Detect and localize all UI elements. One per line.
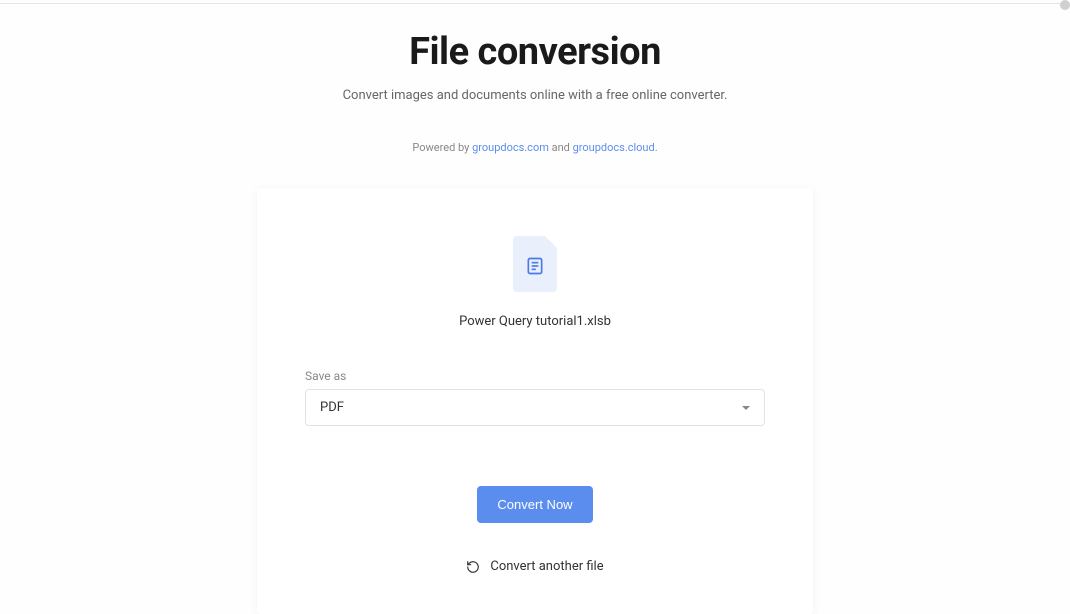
powered-by: Powered by groupdocs.com and groupdocs.c… bbox=[0, 141, 1070, 154]
powered-mid: and bbox=[549, 141, 573, 154]
page-subtitle: Convert images and documents online with… bbox=[0, 88, 1070, 103]
document-icon bbox=[525, 256, 545, 276]
file-icon bbox=[513, 236, 557, 292]
save-as-label: Save as bbox=[305, 369, 765, 383]
refresh-icon bbox=[466, 560, 480, 574]
format-dropdown[interactable]: PDF bbox=[305, 389, 765, 426]
groupdocs-cloud-link[interactable]: groupdocs.cloud bbox=[573, 141, 655, 154]
top-divider bbox=[0, 3, 1070, 4]
scrollbar-thumb[interactable] bbox=[1060, 0, 1070, 10]
powered-suffix: . bbox=[655, 141, 658, 154]
convert-another-link[interactable]: Convert another file bbox=[305, 559, 765, 574]
powered-prefix: Powered by bbox=[412, 141, 472, 154]
header: File conversion Convert images and docum… bbox=[0, 0, 1070, 154]
convert-button[interactable]: Convert Now bbox=[477, 486, 592, 523]
conversion-card: Power Query tutorial1.xlsb Save as PDF C… bbox=[257, 188, 813, 614]
format-selected: PDF bbox=[320, 400, 344, 415]
page-title: File conversion bbox=[0, 30, 1070, 74]
groupdocs-com-link[interactable]: groupdocs.com bbox=[472, 141, 549, 154]
chevron-down-icon bbox=[742, 406, 750, 410]
file-name: Power Query tutorial1.xlsb bbox=[305, 314, 765, 329]
convert-another-label: Convert another file bbox=[490, 559, 603, 574]
